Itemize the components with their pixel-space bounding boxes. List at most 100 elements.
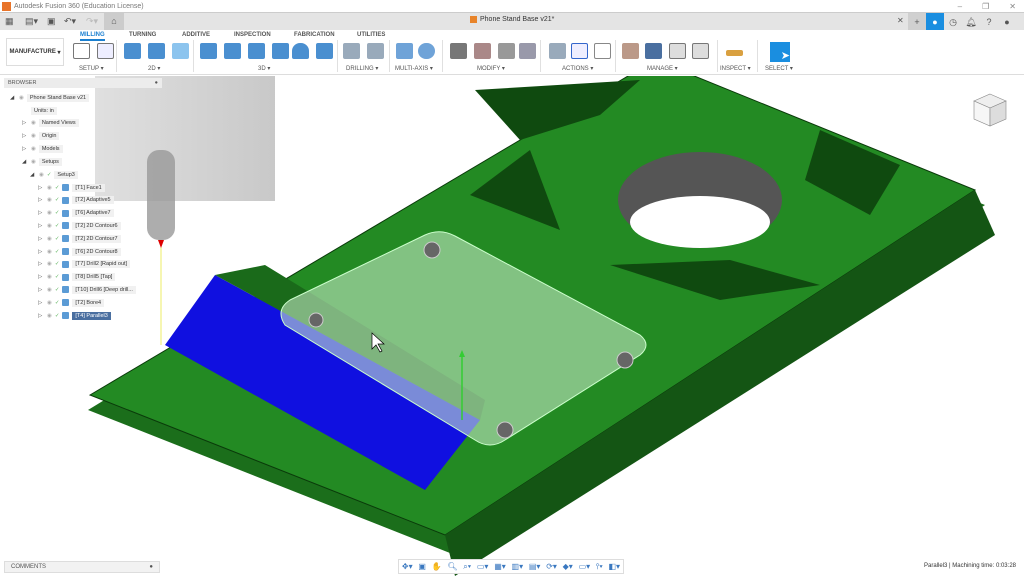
browser-item[interactable]: ◢ ◉ Setups: [22, 157, 62, 166]
operation-item[interactable]: ▷ ◉ ✓ [T2] Bore4: [38, 298, 105, 307]
browser-header[interactable]: BROWSER ●: [4, 78, 162, 88]
setup-node[interactable]: ◢ ◉ ✓ Setup3: [30, 170, 78, 179]
expand-icon[interactable]: ◢: [30, 172, 36, 178]
grid-icon[interactable]: ▦▾: [494, 562, 506, 571]
drilling-group[interactable]: DRILLING ▾: [346, 65, 378, 72]
actions-group[interactable]: ACTIONS ▾: [562, 65, 593, 72]
tool-library-icon[interactable]: [498, 43, 515, 59]
visibility-icon[interactable]: ◉: [47, 236, 52, 242]
new-setup-icon[interactable]: [97, 43, 114, 59]
avatar[interactable]: ●: [998, 13, 1016, 31]
tab-inspection[interactable]: INSPECTION: [234, 32, 271, 38]
browser-item[interactable]: Units: in: [22, 106, 57, 115]
hole-recognition-icon[interactable]: [367, 43, 384, 59]
multi-axis-group[interactable]: MULTI-AXIS ▾: [395, 65, 433, 72]
fit-icon[interactable]: ⌕▾: [463, 562, 471, 572]
browser-item[interactable]: ▷ ◉ Named Views: [22, 119, 79, 128]
inspect-group[interactable]: INSPECT ▾: [720, 65, 751, 72]
browser-item[interactable]: ▷ ◉ Models: [22, 144, 63, 153]
delete-toolpath-icon[interactable]: [474, 43, 491, 59]
close-tab-icon[interactable]: ✕: [897, 16, 904, 25]
zoom-icon[interactable]: 🔍︎: [447, 562, 457, 571]
visibility-icon[interactable]: ◉: [47, 185, 52, 191]
post-process-icon[interactable]: [571, 43, 588, 59]
viewports-icon[interactable]: ▥▾: [512, 562, 524, 571]
visibility-icon[interactable]: ◉: [47, 287, 52, 293]
measure-icon[interactable]: [726, 50, 743, 56]
rotate-icon[interactable]: ⟳▾: [546, 562, 557, 571]
setup-group[interactable]: SETUP ▾: [79, 65, 104, 72]
steep-shallow-icon[interactable]: [248, 43, 265, 59]
operation-item[interactable]: ▷ ◉ ✓ [T8] Drill5 [Tap]: [38, 273, 116, 282]
3d-viewport[interactable]: [0, 76, 1024, 576]
3d-adaptive-icon[interactable]: [200, 43, 217, 59]
tab-additive[interactable]: ADDITIVE: [182, 32, 210, 38]
2d-pocket-icon[interactable]: [148, 43, 165, 59]
expand-icon[interactable]: ▷: [38, 287, 44, 293]
3d-group[interactable]: 3D ▾: [258, 65, 270, 72]
contour-icon[interactable]: [272, 43, 289, 59]
visibility-icon[interactable]: ◉: [47, 313, 52, 319]
simulation-icon[interactable]: ◧▾: [609, 562, 621, 571]
browser-root[interactable]: ◢ ◉ Phone Stand Base v21: [10, 93, 90, 102]
operation-item[interactable]: ▷ ◉ ✓ [T1] Face1: [38, 183, 105, 192]
expand-icon[interactable]: ▷: [22, 146, 28, 152]
tool-icon[interactable]: ⫯▾: [596, 562, 603, 572]
visibility-icon[interactable]: ◉: [31, 120, 36, 126]
tab-fabrication[interactable]: FABRICATION: [294, 32, 335, 38]
expand-icon[interactable]: ▷: [38, 313, 44, 319]
operation-item[interactable]: ▷ ◉ ✓ [T10] Drill6 [Deep drill...: [38, 285, 136, 294]
parallel-icon[interactable]: [292, 43, 309, 59]
expand-icon[interactable]: ◢: [22, 159, 28, 165]
expand-icon[interactable]: ▷: [38, 261, 44, 267]
stock-icon[interactable]: ◆▾: [563, 562, 573, 571]
visibility-icon[interactable]: ◉: [47, 274, 52, 280]
operation-item[interactable]: ▷ ◉ ✓ [T6] Adaptive7: [38, 209, 114, 218]
drill-icon[interactable]: [343, 43, 360, 59]
grid-menu-icon[interactable]: ▦: [5, 16, 14, 27]
help-icon[interactable]: ?: [980, 13, 998, 31]
save-icon[interactable]: ▣: [47, 16, 56, 27]
expand-icon[interactable]: ▷: [38, 197, 44, 203]
tab-milling[interactable]: MILLING: [80, 32, 105, 41]
machine-library-icon[interactable]: [645, 43, 662, 59]
visibility-icon[interactable]: ◉: [47, 197, 52, 203]
scissors-icon[interactable]: [450, 43, 467, 59]
tool-library-manage-icon[interactable]: [622, 43, 639, 59]
visibility-icon[interactable]: ◉: [47, 223, 52, 229]
edit-path-icon[interactable]: [519, 43, 536, 59]
visibility-icon[interactable]: ◉: [31, 159, 36, 165]
visibility-icon[interactable]: ◉: [19, 95, 24, 101]
operation-item[interactable]: ▷ ◉ ✓ [T2] Adaptive5: [38, 196, 114, 205]
close-button[interactable]: ✕: [1009, 2, 1016, 11]
view-cube[interactable]: [972, 92, 1008, 128]
folder-icon[interactable]: [73, 43, 90, 59]
pan-icon[interactable]: ✋: [432, 562, 442, 571]
file-menu-icon[interactable]: ▤▾: [25, 16, 38, 27]
undo-icon[interactable]: ↶▾: [64, 16, 76, 27]
face-icon[interactable]: [172, 43, 189, 59]
maximize-button[interactable]: ❐: [982, 2, 989, 11]
orbit-icon[interactable]: ✥▾: [402, 562, 413, 571]
setup-sheet-icon[interactable]: [594, 43, 611, 59]
expand-icon[interactable]: ▷: [38, 249, 44, 255]
operation-item[interactable]: ▷ ◉ ✓ [T7] Drill2 [Rapid out]: [38, 260, 131, 269]
operation-item[interactable]: ▷ ◉ ✓ [T2] 2D Contour6: [38, 221, 121, 230]
comments-panel[interactable]: COMMENTS ●: [4, 561, 160, 573]
2d-adaptive-icon[interactable]: [124, 43, 141, 59]
look-at-icon[interactable]: ▣: [418, 562, 426, 571]
expand-icon[interactable]: ◢: [10, 95, 16, 101]
scallop-icon[interactable]: [316, 43, 333, 59]
template-icon[interactable]: [692, 43, 709, 59]
minimize-button[interactable]: –: [958, 2, 962, 11]
redo-icon[interactable]: ↷▾: [86, 16, 98, 27]
expand-icon[interactable]: ▷: [22, 133, 28, 139]
simulate-icon[interactable]: [549, 43, 566, 59]
manage-group[interactable]: MANAGE ▾: [647, 65, 678, 72]
job-status-icon[interactable]: ●: [926, 13, 944, 31]
tab-turning[interactable]: TURNING: [129, 32, 156, 38]
expand-icon[interactable]: ▷: [38, 300, 44, 306]
operation-item[interactable]: ▷ ◉ ✓ [T4] Parallel3: [38, 311, 111, 320]
tab-utilities[interactable]: UTILITIES: [357, 32, 385, 38]
comments-pin-icon[interactable]: ●: [149, 564, 153, 570]
